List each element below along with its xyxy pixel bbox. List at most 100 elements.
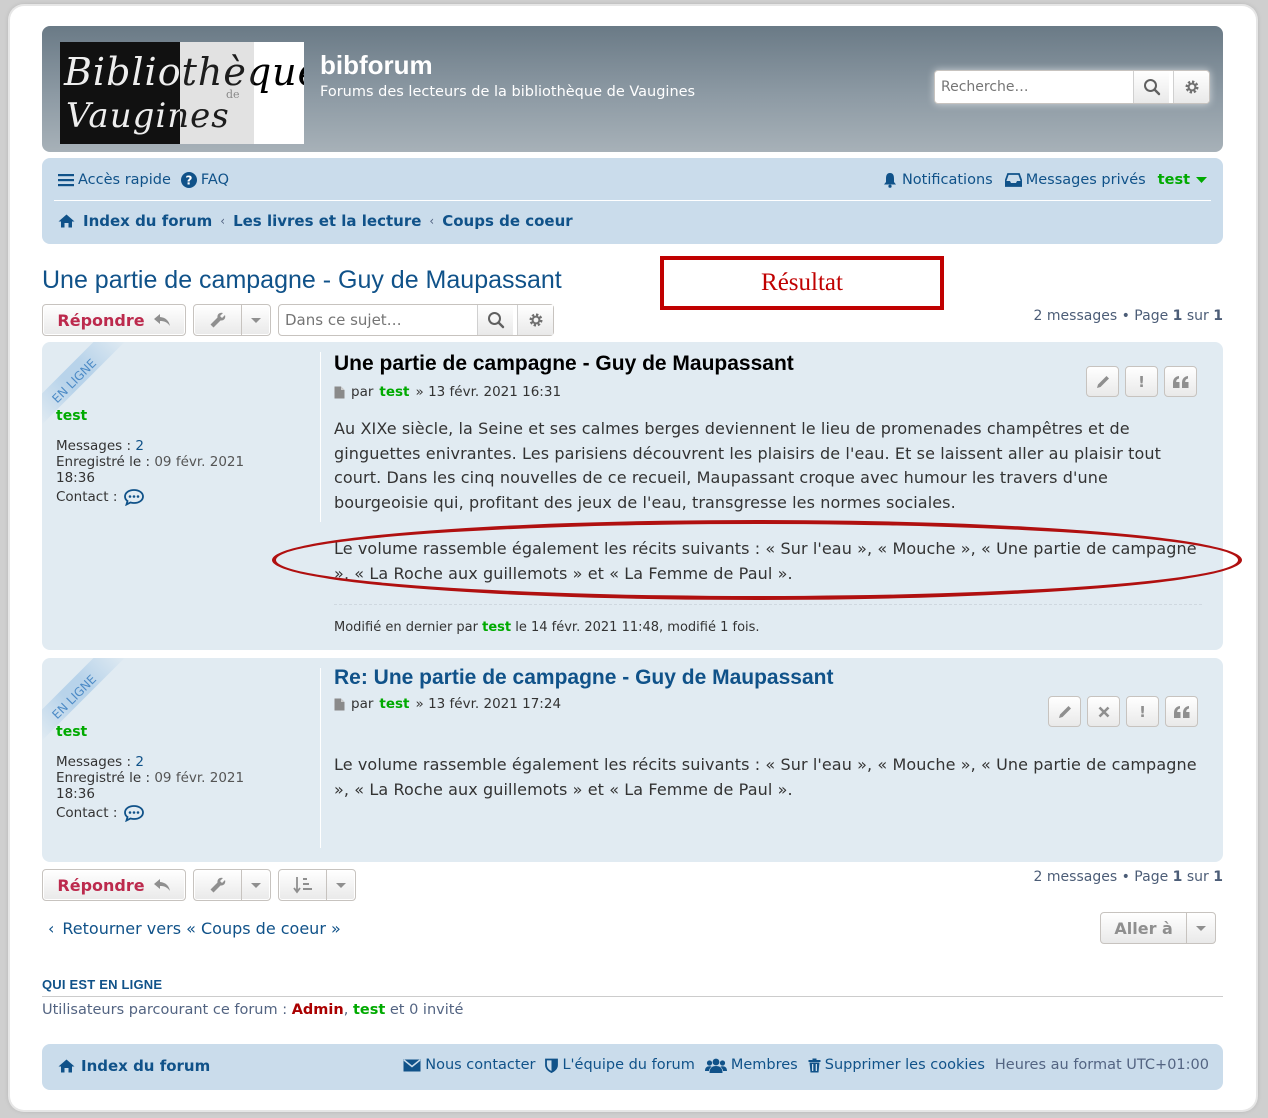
pagination-top: 2 messages • Page 1 sur 1 xyxy=(1033,308,1223,324)
topic-tools-dropdown[interactable] xyxy=(193,869,271,901)
post-meta: par test » 13 févr. 2021 17:24 xyxy=(334,696,561,712)
topic-search-button[interactable] xyxy=(477,305,513,335)
site-title[interactable]: bibforum xyxy=(320,50,433,81)
contact-us-link[interactable]: Nous contacter xyxy=(403,1057,535,1073)
shield-icon xyxy=(545,1058,559,1073)
sort-options-dropdown[interactable] xyxy=(278,869,356,901)
post-meta-author[interactable]: test xyxy=(379,696,409,712)
topic-search-input[interactable] xyxy=(279,305,475,335)
trash-icon xyxy=(808,1058,821,1072)
footer-navbar: Index du forum Nous contacter L'équipe d… xyxy=(42,1044,1223,1090)
gear-icon xyxy=(1185,80,1198,94)
topic-advanced-search-button[interactable] xyxy=(517,305,553,335)
topic-title[interactable]: Une partie de campagne - Guy de Maupassa… xyxy=(42,266,562,295)
question-circle-icon: ? xyxy=(180,172,197,188)
private-messages-link[interactable]: Messages privés xyxy=(1004,172,1146,188)
post-action-buttons: ! xyxy=(1086,366,1197,397)
online-user-admin[interactable]: Admin xyxy=(292,1002,344,1018)
chevron-left-icon: ‹ xyxy=(429,214,435,228)
members-link[interactable]: Membres xyxy=(704,1057,798,1073)
back-to-forum-link[interactable]: ‹ Retourner vers « Coups de coeur » xyxy=(48,919,341,938)
chat-bubble-icon[interactable] xyxy=(123,804,145,822)
edit-post-button[interactable] xyxy=(1048,696,1081,727)
post-action-buttons: ! xyxy=(1048,696,1198,727)
quote-post-button[interactable] xyxy=(1164,366,1197,397)
exclamation-icon: ! xyxy=(1139,702,1146,721)
breadcrumb-index[interactable]: Index du forum xyxy=(83,212,212,230)
report-post-button[interactable]: ! xyxy=(1125,366,1158,397)
post-1: EN LIGNE test Messages : 2 Enregistré le… xyxy=(42,342,1223,650)
post-author[interactable]: test xyxy=(56,724,87,740)
site-logo[interactable]: Bibliothèque de Vaugines xyxy=(60,42,304,144)
search-input[interactable] xyxy=(935,71,1133,103)
home-icon xyxy=(58,1059,75,1073)
post-author[interactable]: test xyxy=(56,408,87,424)
breadcrumb-forum[interactable]: Coups de coeur xyxy=(442,212,572,230)
search-icon xyxy=(1143,79,1160,96)
header-search xyxy=(934,70,1210,104)
exclamation-icon: ! xyxy=(1138,372,1145,391)
breadcrumb-category[interactable]: Les livres et la lecture xyxy=(233,212,421,230)
wrench-icon xyxy=(210,312,225,328)
post-meta-author[interactable]: test xyxy=(379,384,409,400)
chevron-left-icon: ‹ xyxy=(48,919,55,938)
post-meta: par test » 13 févr. 2021 16:31 xyxy=(334,384,561,400)
quote-icon xyxy=(1172,375,1188,388)
delete-post-button[interactable] xyxy=(1087,696,1120,727)
topic-search-box xyxy=(278,304,554,336)
reply-arrow-icon xyxy=(153,314,170,326)
messages-count-link[interactable]: 2 xyxy=(135,438,144,454)
online-user-test[interactable]: test xyxy=(353,1002,385,1018)
notifications-link[interactable]: Notifications xyxy=(882,172,993,188)
timezone-label: Heures au format UTC+01:00 xyxy=(994,1057,1209,1073)
who-is-online-list: Utilisateurs parcourant ce forum : Admin… xyxy=(42,1002,464,1018)
pencil-icon xyxy=(1058,705,1071,718)
navbar: Accès rapide ? FAQ Notifications Message… xyxy=(42,158,1223,244)
reply-arrow-icon xyxy=(153,879,170,891)
reply-button[interactable]: Répondre xyxy=(42,304,186,336)
report-post-button[interactable]: ! xyxy=(1126,696,1159,727)
who-is-online-title[interactable]: QUI EST EN LIGNE xyxy=(42,977,162,992)
edit-post-button[interactable] xyxy=(1086,366,1119,397)
envelope-icon xyxy=(403,1058,421,1071)
quote-post-button[interactable] xyxy=(1165,696,1198,727)
caret-down-icon xyxy=(1196,925,1207,931)
top-action-bar: Répondre 2 messages • Page 1 sur xyxy=(42,304,1223,338)
search-button[interactable] xyxy=(1133,71,1169,103)
jump-to-label: Aller à xyxy=(1114,918,1173,938)
logo-line1: Bibliothèque xyxy=(64,50,304,94)
chat-bubble-icon[interactable] xyxy=(123,488,145,506)
inbox-icon xyxy=(1004,173,1022,187)
edit-notice: Modifié en dernier par test le 14 févr. … xyxy=(334,620,760,635)
hamburger-icon xyxy=(58,174,74,187)
reply-button[interactable]: Répondre xyxy=(42,869,186,901)
bell-icon xyxy=(883,173,896,188)
faq-link[interactable]: ? FAQ xyxy=(180,172,229,188)
topic-tools-dropdown[interactable] xyxy=(193,304,271,336)
search-icon xyxy=(487,312,504,329)
delete-cookies-link[interactable]: Supprimer les cookies xyxy=(808,1057,985,1073)
breadcrumb: Index du forum ‹ Les livres et la lectur… xyxy=(58,212,573,230)
username-label: test xyxy=(1157,172,1190,188)
user-menu[interactable]: test xyxy=(1158,172,1207,188)
home-icon xyxy=(58,214,75,228)
quick-access-menu[interactable]: Accès rapide xyxy=(58,172,171,188)
chevron-left-icon: ‹ xyxy=(220,214,226,228)
reply-label: Répondre xyxy=(57,875,145,895)
caret-down-icon xyxy=(251,317,262,323)
private-messages-label: Messages privés xyxy=(1025,172,1146,188)
advanced-search-button[interactable] xyxy=(1173,71,1209,103)
team-link[interactable]: L'équipe du forum xyxy=(545,1057,695,1073)
jump-to-dropdown[interactable]: Aller à xyxy=(1100,912,1216,944)
post-title[interactable]: Une partie de campagne - Guy de Maupassa… xyxy=(334,352,794,376)
users-icon xyxy=(704,1058,727,1073)
caret-down-icon xyxy=(336,882,347,888)
post-title[interactable]: Re: Une partie de campagne - Guy de Maup… xyxy=(334,666,833,690)
caret-down-icon xyxy=(251,882,262,888)
reply-label: Répondre xyxy=(57,310,145,330)
messages-count-link[interactable]: 2 xyxy=(135,754,144,770)
close-icon xyxy=(1098,706,1109,717)
footer-index-link[interactable]: Index du forum xyxy=(58,1057,210,1075)
post-2: EN LIGNE test Messages : 2 Enregistré le… xyxy=(42,658,1223,862)
wrench-icon xyxy=(210,877,225,893)
